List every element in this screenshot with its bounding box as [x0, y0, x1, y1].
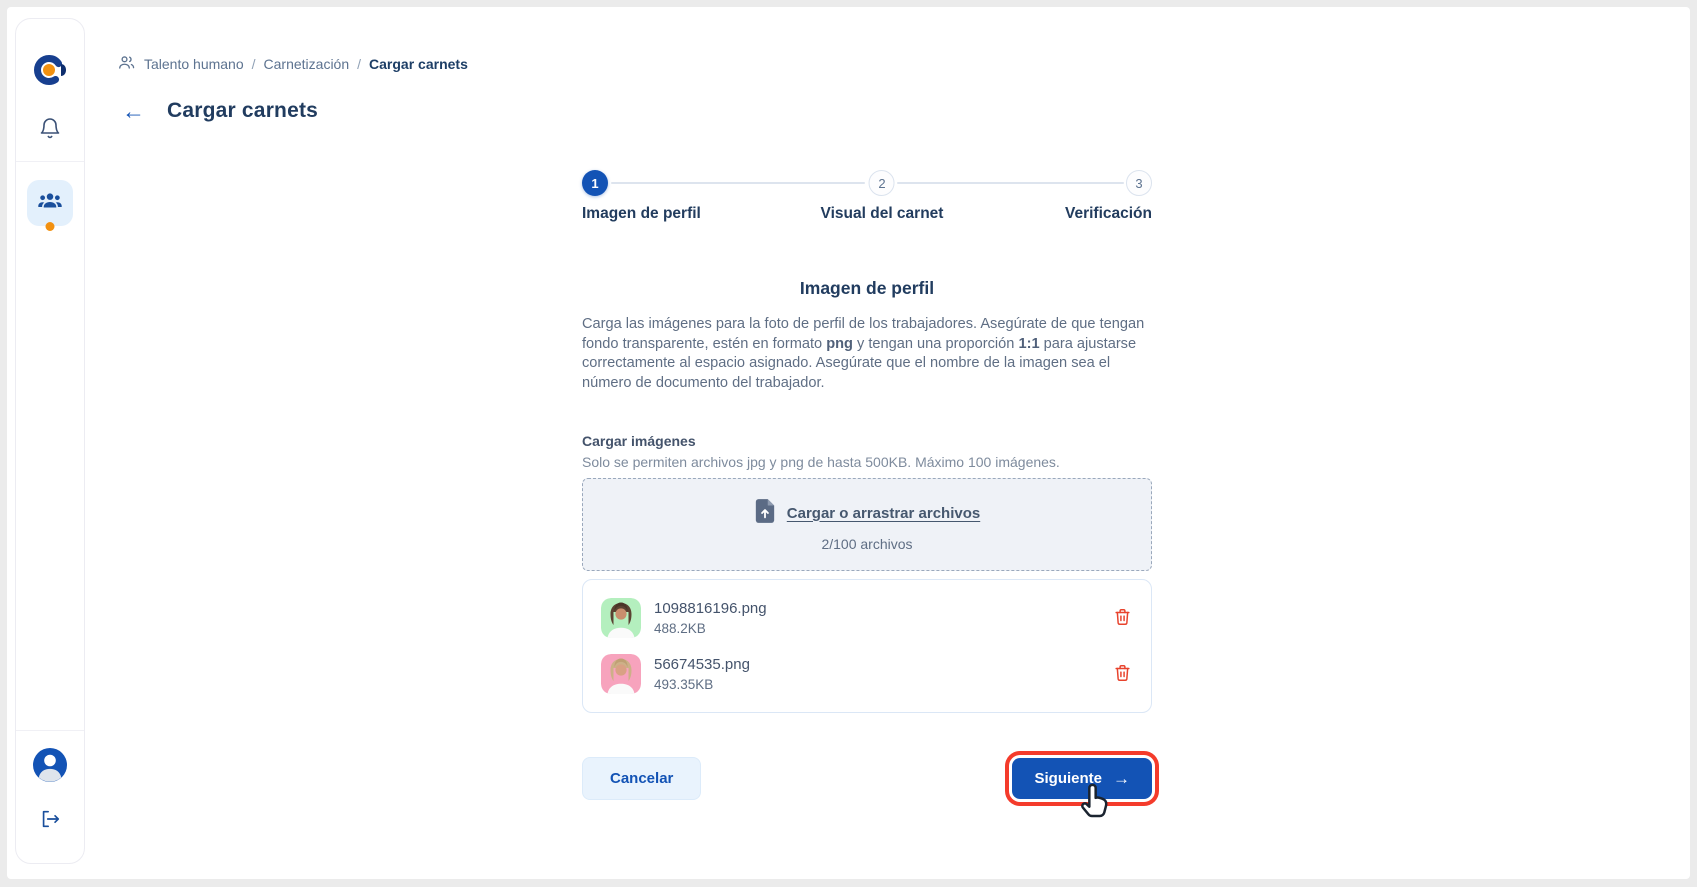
upload-link[interactable]: Cargar o arrastrar archivos — [787, 505, 980, 522]
next-button-highlight: Siguiente → — [1012, 758, 1152, 799]
main-content: Talento humano / Carnetización / Cargar … — [86, 7, 1690, 879]
step-label: Verificación — [1065, 205, 1152, 223]
notification-dot — [46, 222, 55, 231]
breadcrumb: Talento humano / Carnetización / Cargar … — [117, 53, 1690, 75]
breadcrumb-separator: / — [357, 56, 361, 72]
trash-icon — [1113, 663, 1132, 685]
section-description: Carga las imágenes para la foto de perfi… — [582, 315, 1152, 393]
breadcrumb-item-current: Cargar carnets — [369, 56, 468, 72]
sidebar-divider — [16, 730, 84, 731]
app-logo[interactable] — [30, 50, 70, 90]
file-size: 488.2KB — [654, 621, 1098, 636]
page-header: ← Cargar carnets — [122, 99, 1690, 123]
step-number-badge: 2 — [869, 170, 895, 196]
sidebar — [15, 18, 85, 864]
file-item: 56674535.png 493.35KB — [601, 646, 1133, 702]
stepper-step-visual-del-carnet[interactable]: 2 Visual del carnet — [821, 170, 944, 223]
file-dropzone[interactable]: Cargar o arrastrar archivos 2/100 archiv… — [582, 478, 1152, 571]
sidebar-divider — [16, 161, 84, 162]
profile-photo-thumbnail — [601, 654, 641, 694]
upload-file-icon — [754, 498, 776, 529]
file-count: 2/100 archivos — [821, 536, 912, 552]
upload-helper-text: Solo se permiten archivos jpg y png de h… — [582, 454, 1152, 470]
bell-icon — [38, 116, 62, 143]
section-heading: Imagen de perfil — [582, 278, 1152, 299]
sidebar-item-talento-humano[interactable] — [27, 180, 73, 226]
profile-photo-thumbnail — [601, 598, 641, 638]
people-outline-icon — [117, 53, 136, 75]
file-size: 493.35KB — [654, 677, 1098, 692]
people-group-icon — [37, 188, 63, 219]
file-name: 1098816196.png — [654, 600, 1098, 617]
user-avatar[interactable] — [32, 747, 68, 786]
delete-file-button[interactable] — [1111, 607, 1133, 629]
arrow-right-icon: → — [1113, 771, 1130, 786]
step-number-badge: 3 — [1126, 170, 1152, 196]
step-label: Visual del carnet — [821, 205, 944, 223]
logout-icon — [39, 808, 61, 833]
arrow-left-icon: ← — [122, 100, 145, 123]
cancel-button[interactable]: Cancelar — [582, 757, 701, 800]
breadcrumb-separator: / — [252, 56, 256, 72]
app-window: Talento humano / Carnetización / Cargar … — [7, 7, 1690, 879]
stepper: 1 Imagen de perfil 2 Visual del carnet 3… — [582, 170, 1152, 226]
form-actions: Cancelar Siguiente → — [582, 757, 1152, 800]
file-name: 56674535.png — [654, 656, 1098, 673]
breadcrumb-item-talento-humano[interactable]: Talento humano — [144, 56, 244, 72]
uploaded-files-list: 1098816196.png 488.2KB — [582, 579, 1152, 713]
page-title: Cargar carnets — [167, 99, 318, 123]
trash-icon — [1113, 607, 1132, 629]
breadcrumb-item-carnetizacion[interactable]: Carnetización — [264, 56, 350, 72]
back-button[interactable]: ← — [122, 100, 145, 123]
step-number-badge: 1 — [582, 170, 608, 196]
company-logo-icon — [30, 78, 70, 93]
next-button-label: Siguiente — [1034, 770, 1102, 787]
avatar-icon — [32, 747, 68, 786]
upload-field-label: Cargar imágenes — [582, 433, 1152, 449]
delete-file-button[interactable] — [1111, 663, 1133, 685]
file-info: 1098816196.png 488.2KB — [654, 600, 1098, 636]
next-button[interactable]: Siguiente → — [1012, 758, 1152, 799]
stepper-step-verificacion[interactable]: 3 Verificación — [1065, 170, 1152, 223]
logout-button[interactable] — [39, 808, 61, 833]
notifications-button[interactable] — [38, 116, 62, 143]
file-item: 1098816196.png 488.2KB — [601, 590, 1133, 646]
stepper-step-imagen-de-perfil[interactable]: 1 Imagen de perfil — [582, 170, 701, 223]
file-info: 56674535.png 493.35KB — [654, 656, 1098, 692]
step-label: Imagen de perfil — [582, 205, 701, 223]
